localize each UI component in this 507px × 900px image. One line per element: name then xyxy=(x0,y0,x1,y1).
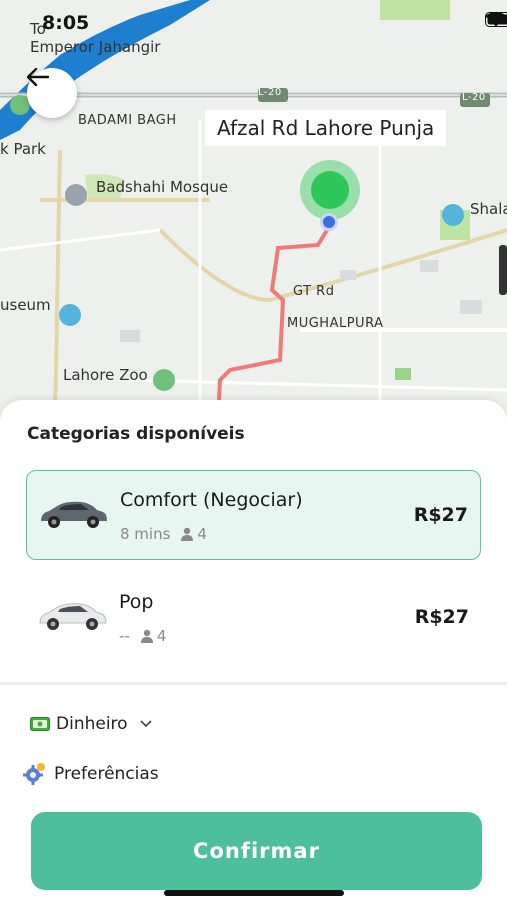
sedan-car-icon xyxy=(41,501,107,528)
ride-option-pop[interactable]: Pop -- 4 R$27 xyxy=(26,573,481,663)
map-canvas xyxy=(0,0,507,420)
payment-method-label: Dinheiro xyxy=(56,714,128,734)
ride-option-name: Comfort (Negociar) xyxy=(120,489,303,511)
map-label-park: k Park xyxy=(0,140,46,158)
map-label-emperor-jahangir: Emperor Jahangir xyxy=(30,38,161,56)
seats-group: 4 xyxy=(140,627,167,645)
road-shield-l20: L-20 xyxy=(258,87,282,98)
current-location-dot xyxy=(320,213,338,231)
chevron-down-icon xyxy=(139,720,152,728)
section-divider xyxy=(0,682,507,685)
seats-group: 4 xyxy=(180,525,207,543)
cash-icon xyxy=(30,717,50,731)
road-shield-l20: L-20 xyxy=(462,92,486,103)
arrow-left-icon xyxy=(27,68,49,86)
ride-option-price: R$27 xyxy=(413,504,468,526)
map-label-mughalpura: MUGHALPURA xyxy=(287,316,384,331)
map-label-lahore-zoo: Lahore Zoo xyxy=(63,366,148,384)
ride-option-eta: 8 mins xyxy=(120,525,171,543)
payment-method-selector[interactable]: Dinheiro xyxy=(30,714,152,734)
map-label-gt-rd: GT Rd xyxy=(293,284,335,299)
pickup-address-label[interactable]: Afzal Rd Lahore Punja xyxy=(205,110,447,146)
ride-option-seats: 4 xyxy=(156,627,167,645)
ride-option-comfort[interactable]: Comfort (Negociar) 8 mins 4 R$27 xyxy=(26,470,481,560)
battery-icon xyxy=(485,12,507,27)
map-label-badami-bagh: BADAMI BAGH xyxy=(78,113,177,128)
map-view[interactable]: L-20 L-20 To Emperor Jahangir BADAMI BAG… xyxy=(0,0,507,420)
ride-option-meta: -- 4 xyxy=(119,627,166,645)
ride-options-sheet: Categorias disponíveis Comfort (Negociar… xyxy=(0,400,507,900)
confirm-button[interactable]: Confirmar xyxy=(31,812,482,890)
back-button[interactable] xyxy=(27,68,77,118)
ride-option-seats: 4 xyxy=(197,525,207,543)
ride-option-eta: -- xyxy=(119,627,130,645)
preferences-label: Preferências xyxy=(54,764,159,784)
ride-option-name: Pop xyxy=(119,591,154,613)
map-label-museum: useum xyxy=(0,296,51,314)
destination-pin[interactable] xyxy=(311,171,349,209)
ride-option-meta: 8 mins 4 xyxy=(120,525,207,543)
categories-title: Categorias disponíveis xyxy=(27,424,245,444)
preferences-button[interactable]: Preferências xyxy=(22,762,159,786)
status-time: 8:05 xyxy=(42,12,90,34)
home-indicator xyxy=(164,890,344,896)
hatchback-car-icon xyxy=(39,603,107,630)
gear-icon xyxy=(23,763,45,785)
person-icon xyxy=(181,527,194,541)
ride-option-price: R$27 xyxy=(414,606,469,628)
map-label-badshahi-mosque: Badshahi Mosque xyxy=(96,178,229,196)
map-label-shala: Shala xyxy=(470,200,507,218)
person-icon xyxy=(140,629,153,643)
